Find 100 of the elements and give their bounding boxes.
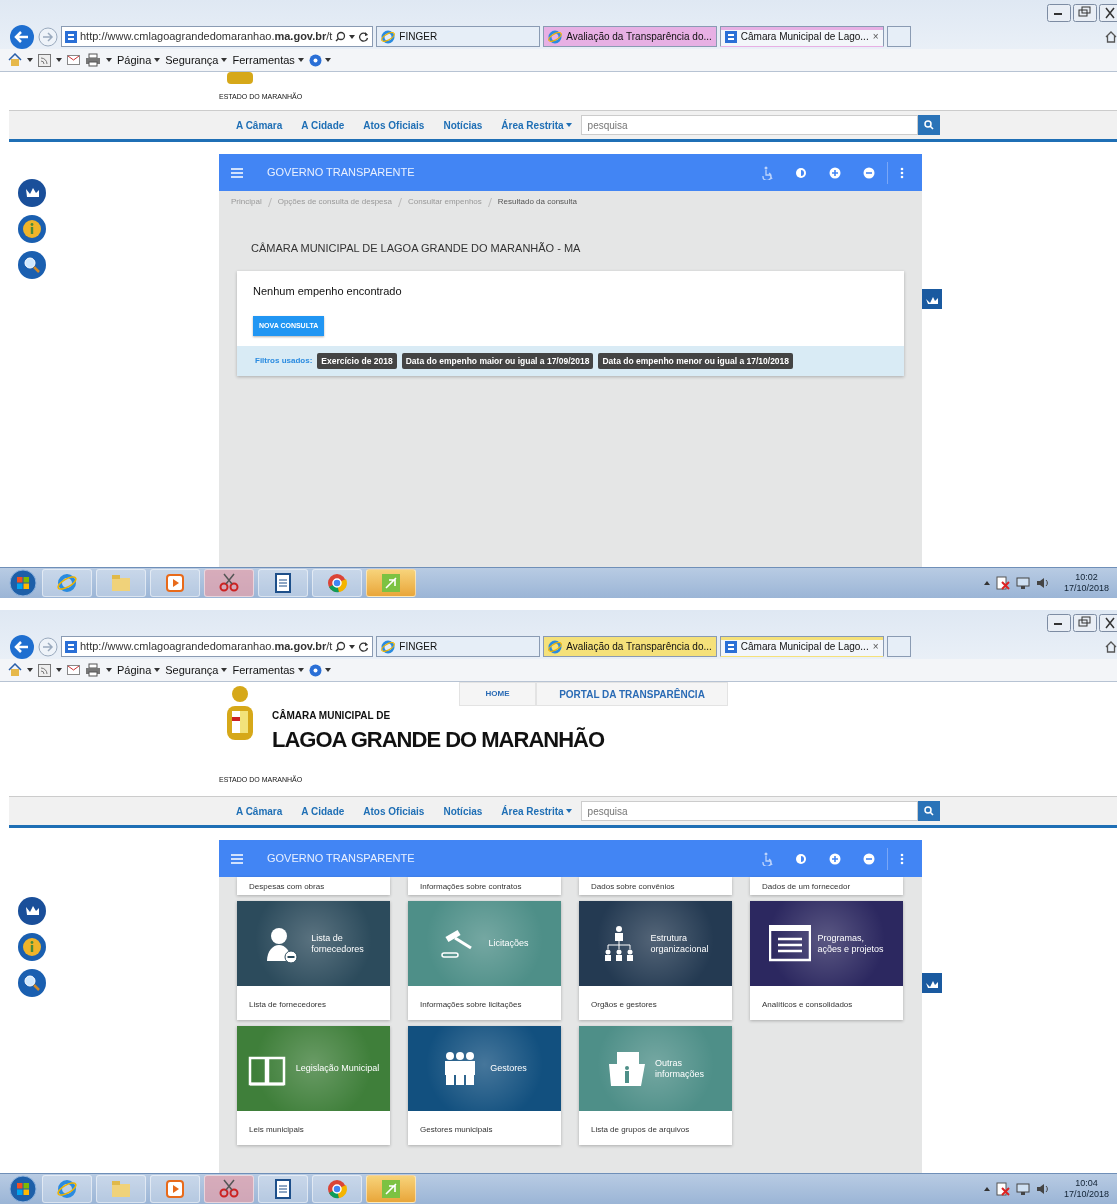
start-button[interactable] xyxy=(8,1174,38,1204)
caret-icon[interactable] xyxy=(106,58,112,62)
close-button[interactable] xyxy=(1099,614,1117,632)
nav-link[interactable]: Notícias xyxy=(443,117,483,133)
menu-icon[interactable] xyxy=(231,853,243,864)
info-button[interactable] xyxy=(17,933,47,961)
caret-icon[interactable] xyxy=(56,58,62,62)
nav-link[interactable]: Notícias xyxy=(443,803,483,819)
browser-tab[interactable]: Avaliação da Transparência do... xyxy=(543,26,717,47)
service-card[interactable]: Estrutura organizacional Orgãos e gestores xyxy=(579,901,732,1020)
help-button[interactable] xyxy=(308,663,331,677)
caret-icon[interactable] xyxy=(56,668,62,672)
feeds-icon[interactable] xyxy=(38,663,51,677)
taskbar-app-button[interactable] xyxy=(312,1175,362,1203)
zoom-in-icon[interactable] xyxy=(829,166,841,179)
help-button[interactable] xyxy=(308,53,331,67)
caret-icon[interactable] xyxy=(983,581,990,585)
card-caption[interactable]: Dados sobre convênios xyxy=(579,877,732,895)
flag-icon[interactable] xyxy=(995,1182,1010,1196)
taskbar-app-button[interactable] xyxy=(204,1175,254,1203)
network-icon[interactable] xyxy=(1015,1182,1030,1196)
search-icon[interactable] xyxy=(335,31,347,42)
search-field[interactable]: pesquisa xyxy=(580,115,918,135)
restore-button[interactable] xyxy=(1073,614,1097,632)
minimize-button[interactable] xyxy=(1047,614,1071,632)
clock[interactable]: 10:04 17/10/2018 xyxy=(1063,1178,1109,1200)
search-button[interactable] xyxy=(917,115,940,135)
search-button[interactable] xyxy=(17,251,47,279)
close-tab-button[interactable]: × xyxy=(872,639,879,654)
caret-icon[interactable] xyxy=(27,58,33,62)
home-icon[interactable] xyxy=(1103,29,1117,44)
print-icon[interactable] xyxy=(85,663,101,677)
print-icon[interactable] xyxy=(85,53,101,67)
service-card[interactable]: Outras informações Lista de grupos de arquivos xyxy=(579,1026,732,1145)
menu-button[interactable]: Ferramentas xyxy=(232,51,304,69)
caret-icon[interactable] xyxy=(27,668,33,672)
restore-button[interactable] xyxy=(1073,4,1097,22)
minimize-button[interactable] xyxy=(1047,4,1071,22)
nav-link[interactable]: A Câmara xyxy=(236,117,283,133)
nav-link[interactable]: PORTAL DA TRANSPARÊNCIA xyxy=(536,682,728,706)
service-card[interactable]: Programas, ações e projetos Analíticos e consolidados xyxy=(750,901,903,1020)
search-field[interactable]: pesquisa xyxy=(580,801,918,821)
menu-button[interactable]: Ferramentas xyxy=(232,661,304,679)
search-button[interactable] xyxy=(917,801,940,821)
more-options-icon[interactable] xyxy=(900,852,904,865)
nav-link[interactable]: HOME xyxy=(459,682,536,706)
taskbar-app-button[interactable] xyxy=(204,569,254,597)
zoom-out-icon[interactable] xyxy=(863,166,875,179)
zoom-in-icon[interactable] xyxy=(829,852,841,865)
nav-link[interactable]: Área Restrita xyxy=(501,803,572,819)
card-caption[interactable]: Informações sobre contratos xyxy=(408,877,561,895)
service-card[interactable]: Lista de fornecedores Lista de fornecedores xyxy=(237,901,390,1020)
feeds-icon[interactable] xyxy=(38,53,51,67)
back-button[interactable] xyxy=(9,23,35,50)
close-button[interactable] xyxy=(1099,4,1117,22)
browser-tab[interactable]: FINGER xyxy=(376,636,541,657)
contrast-icon[interactable] xyxy=(795,166,807,179)
caret-icon[interactable] xyxy=(983,1187,990,1191)
speaker-icon[interactable] xyxy=(1035,1182,1050,1196)
service-card[interactable]: Licitações Informações sobre licitações xyxy=(408,901,561,1020)
browser-tab[interactable]: Câmara Municipal de Lago... × xyxy=(719,26,884,47)
close-tab-button[interactable]: × xyxy=(872,29,879,44)
nav-link[interactable]: A Câmara xyxy=(236,803,283,819)
nav-link[interactable]: Atos Oficiais xyxy=(363,803,425,819)
service-card[interactable]: Gestores Gestores municipais xyxy=(408,1026,561,1145)
address-bar[interactable]: http://www.cmlagoagrandedomaranhao.ma.gov.br/t xyxy=(61,636,374,657)
nav-link[interactable]: Área Restrita xyxy=(501,117,572,133)
caret-icon[interactable] xyxy=(106,668,112,672)
address-bar[interactable]: http://www.cmlagoagrandedomaranhao.ma.gov.br/t xyxy=(61,26,374,47)
menu-button[interactable]: Segurança xyxy=(165,51,228,69)
info-button[interactable] xyxy=(17,215,47,243)
network-icon[interactable] xyxy=(1015,576,1030,590)
card-caption[interactable]: Despesas com obras xyxy=(237,877,390,895)
speaker-icon[interactable] xyxy=(1035,576,1050,590)
menu-icon[interactable] xyxy=(231,167,243,178)
taskbar-app-button[interactable] xyxy=(312,569,362,597)
taskbar-app-button[interactable] xyxy=(258,569,308,597)
caret-icon[interactable] xyxy=(349,34,356,39)
contrast-icon[interactable] xyxy=(795,852,807,865)
nav-link[interactable]: A Cidade xyxy=(301,803,345,819)
home-icon[interactable] xyxy=(8,53,22,67)
clock[interactable]: 10:02 17/10/2018 xyxy=(1063,572,1109,594)
taskbar-app-button[interactable] xyxy=(258,1175,308,1203)
browser-tab[interactable]: Câmara Municipal de Lago... × xyxy=(719,636,884,657)
home-icon[interactable] xyxy=(1103,639,1117,654)
menu-button[interactable]: Página xyxy=(117,661,161,679)
more-options-icon[interactable] xyxy=(900,166,904,179)
home-icon[interactable] xyxy=(8,663,22,677)
flag-icon[interactable] xyxy=(995,576,1010,590)
caret-icon[interactable] xyxy=(349,644,356,649)
menu-button[interactable]: Segurança xyxy=(165,661,228,679)
service-card[interactable]: Legislação Municipal Leis municipais xyxy=(237,1026,390,1145)
search-icon[interactable] xyxy=(335,641,347,652)
back-button[interactable] xyxy=(9,633,35,660)
browser-tab[interactable]: FINGER xyxy=(376,26,541,47)
mail-icon[interactable] xyxy=(67,665,80,675)
refresh-icon[interactable] xyxy=(358,31,370,42)
nav-link[interactable]: A Cidade xyxy=(301,117,345,133)
refresh-icon[interactable] xyxy=(358,641,370,652)
search-button[interactable] xyxy=(17,969,47,997)
